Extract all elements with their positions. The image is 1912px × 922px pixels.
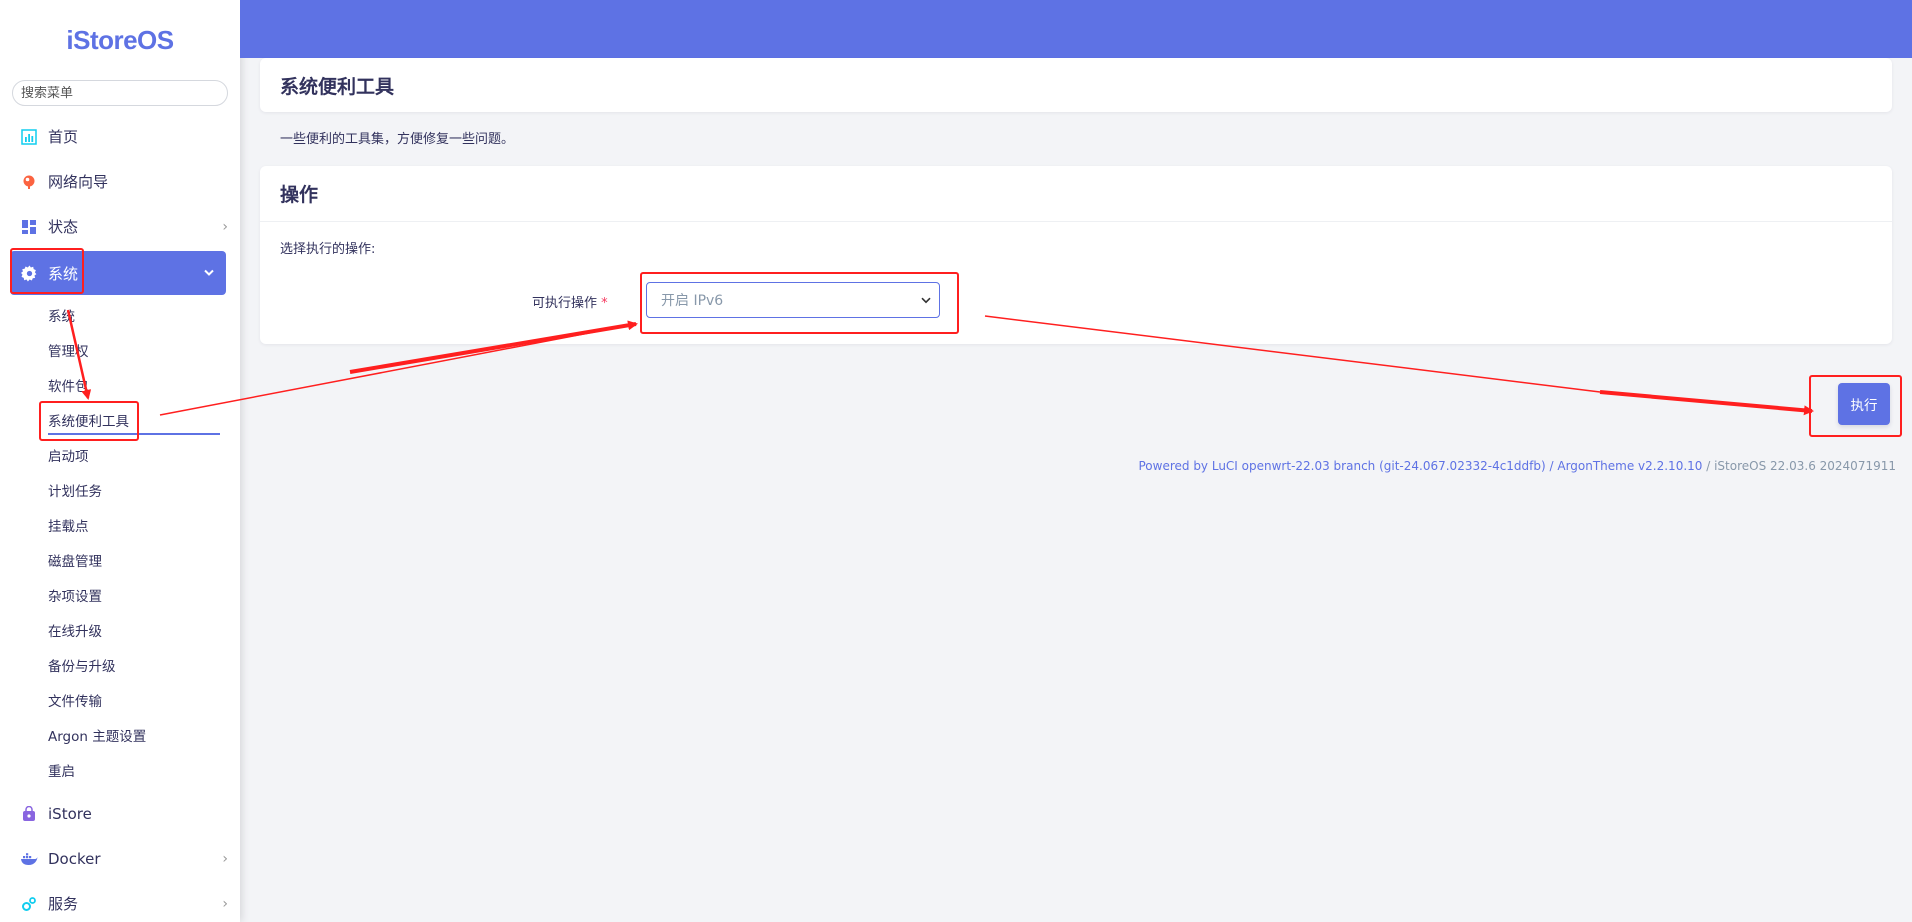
operation-header: 操作 — [260, 166, 1892, 222]
chevron-right-icon: › — [222, 218, 228, 235]
system-submenu: 系统 管理权 软件包 系统便利工具 启动项 计划任务 挂载点 磁盘管理 杂项设置… — [0, 297, 240, 787]
submenu-item-reboot[interactable]: 重启 — [48, 752, 240, 787]
menu-item-label: 首页 — [48, 128, 79, 146]
submenu-item-mount-points[interactable]: 挂载点 — [48, 507, 240, 542]
menu-item-label: Docker — [48, 849, 101, 868]
menu-item-services[interactable]: 服务 › — [0, 881, 240, 922]
bottom-menu: iStore Docker › 服务 › — [0, 791, 240, 922]
submenu-item-disk-management[interactable]: 磁盘管理 — [48, 542, 240, 577]
page-title-card: 系统便利工具 — [260, 58, 1892, 112]
menu-item-label: iStore — [48, 804, 92, 823]
main-menu: 首页 网络向导 状态 › 系统 — [0, 114, 240, 295]
chart-icon — [20, 128, 38, 146]
menu-search-input[interactable] — [21, 85, 227, 101]
submenu-item-online-upgrade[interactable]: 在线升级 — [48, 612, 240, 647]
chevron-down-icon — [921, 292, 931, 308]
gear-icon — [20, 264, 38, 282]
store-icon — [20, 805, 38, 823]
submenu-item-packages[interactable]: 软件包 — [48, 367, 240, 402]
required-mark: * — [601, 296, 608, 311]
menu-item-network-wizard[interactable]: 网络向导 — [0, 159, 240, 204]
chevron-right-icon: › — [222, 850, 228, 867]
submenu-item-system[interactable]: 系统 — [48, 297, 240, 332]
submenu-item-misc-settings[interactable]: 杂项设置 — [48, 577, 240, 612]
submenu-item-scheduled-tasks[interactable]: 计划任务 — [48, 472, 240, 507]
submenu-item-startup[interactable]: 启动项 — [48, 437, 240, 472]
execute-button[interactable]: 执行 — [1838, 383, 1890, 425]
operation-subtitle: 选择执行的操作: — [280, 242, 376, 257]
dashboard-icon — [20, 218, 38, 236]
chevron-down-icon — [204, 265, 214, 281]
menu-item-home[interactable]: 首页 — [0, 114, 240, 159]
operation-title: 操作 — [280, 184, 319, 206]
submenu-item-backup-upgrade[interactable]: 备份与升级 — [48, 647, 240, 682]
menu-item-istore[interactable]: iStore — [0, 791, 240, 836]
footer-powered-link[interactable]: Powered by LuCI openwrt-22.03 branch (gi… — [1138, 459, 1702, 473]
sidebar: iStoreOS 首页 网络向导 状态 › 系统 — [0, 0, 240, 922]
submenu-item-admin[interactable]: 管理权 — [48, 332, 240, 367]
operation-select-value: 开启 IPv6 — [661, 293, 724, 309]
header-bar — [240, 0, 1912, 58]
submenu-item-convenience-tools[interactable]: 系统便利工具 — [48, 402, 240, 437]
menu-item-docker[interactable]: Docker › — [0, 836, 240, 881]
operation-select[interactable]: 开启 IPv6 — [646, 282, 940, 318]
operation-card: 操作 选择执行的操作: 可执行操作 * 开启 IPv6 — [260, 166, 1892, 344]
menu-item-label: 系统 — [48, 264, 79, 283]
footer: Powered by LuCI openwrt-22.03 branch (gi… — [1138, 459, 1896, 473]
menu-item-status[interactable]: 状态 › — [0, 204, 240, 249]
services-icon — [20, 895, 38, 913]
menu-item-system[interactable]: 系统 — [10, 251, 226, 295]
chevron-right-icon: › — [222, 895, 228, 912]
menu-item-label: 服务 — [48, 895, 79, 913]
menu-item-label: 网络向导 — [48, 173, 109, 191]
menu-search[interactable] — [12, 80, 228, 106]
footer-version: / iStoreOS 22.03.6 2024071911 — [1702, 459, 1896, 473]
submenu-item-argon-settings[interactable]: Argon 主题设置 — [48, 717, 240, 752]
globe-icon — [20, 173, 38, 191]
menu-item-label: 状态 — [48, 218, 79, 236]
submenu-item-file-transfer[interactable]: 文件传输 — [48, 682, 240, 717]
page-description: 一些便利的工具集，方便修复一些问题。 — [280, 132, 515, 147]
logo[interactable]: iStoreOS — [0, 0, 240, 80]
annotation-arrow-5 — [1599, 390, 1814, 416]
operation-field-label: 可执行操作 * — [532, 292, 608, 311]
field-label-text: 可执行操作 — [532, 296, 598, 311]
page-title: 系统便利工具 — [280, 75, 395, 98]
docker-icon — [20, 850, 38, 868]
